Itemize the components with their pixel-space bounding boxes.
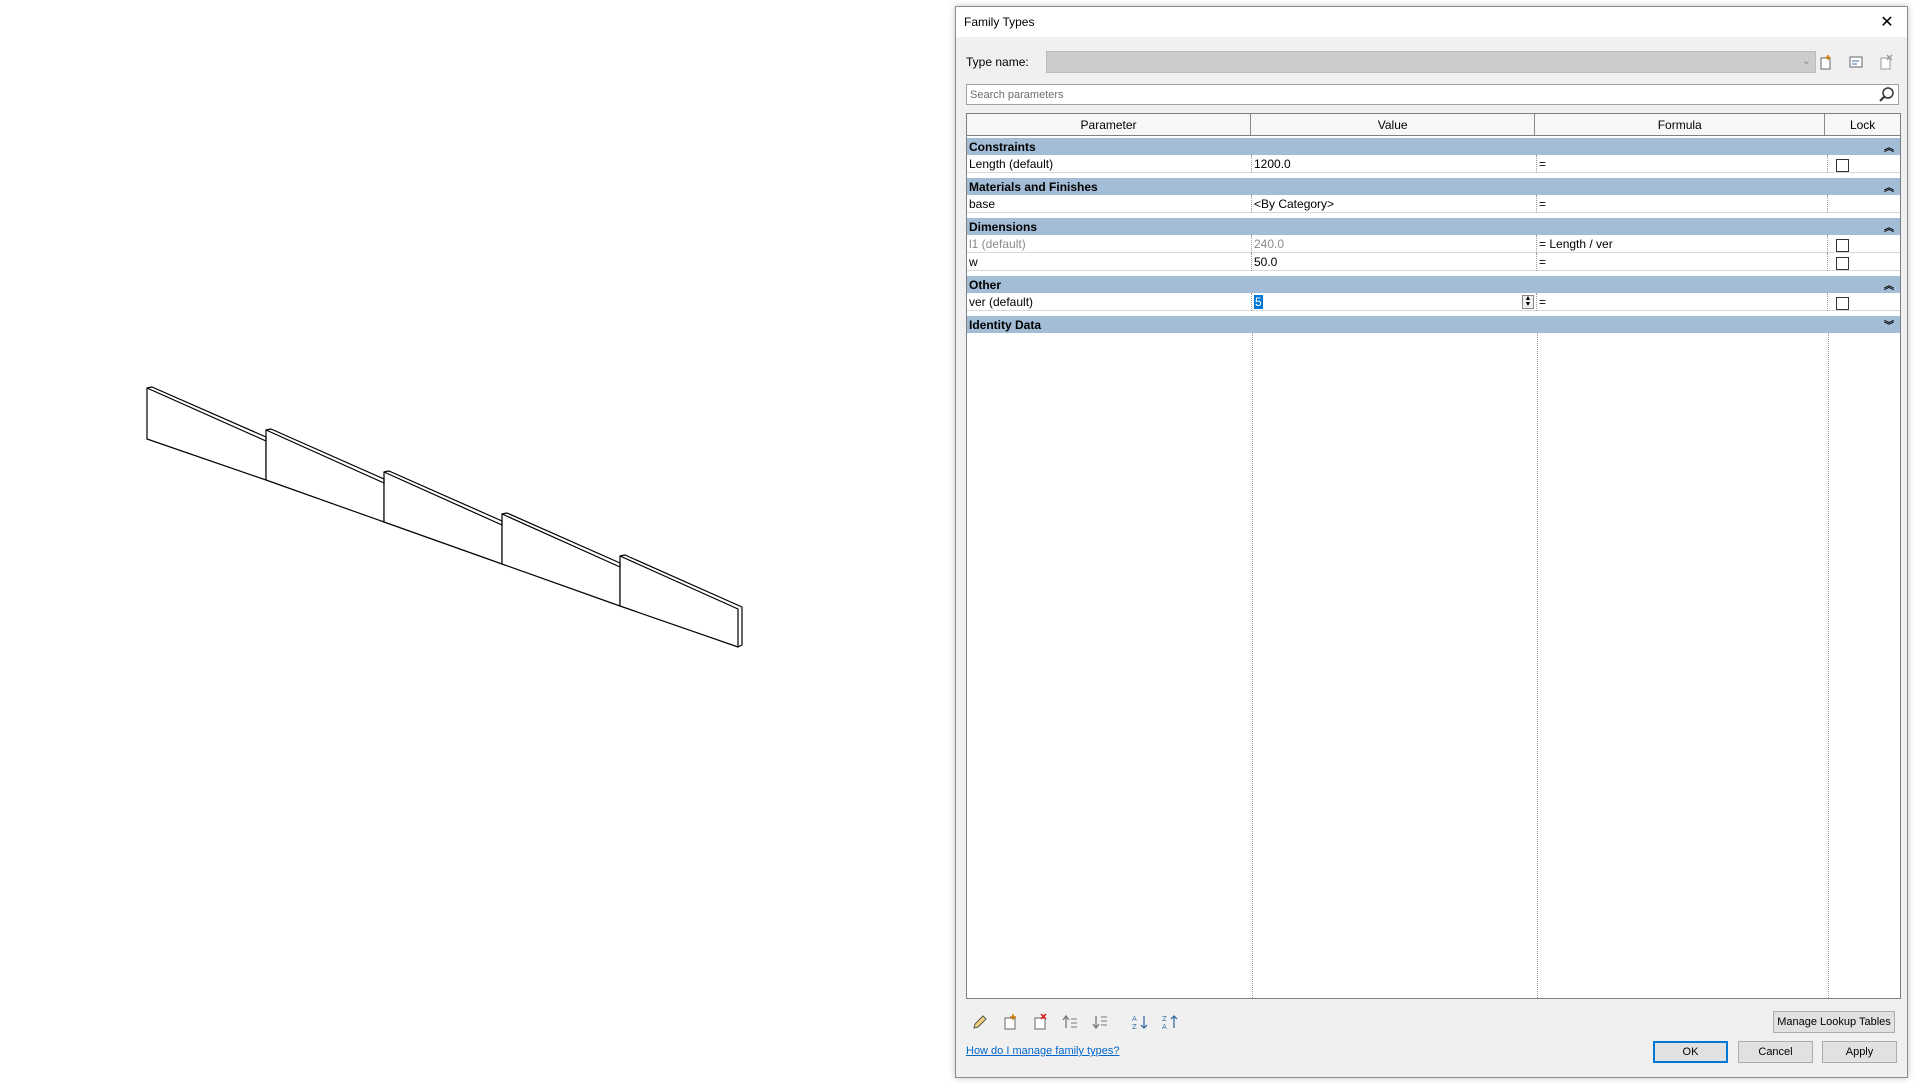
group-constraints[interactable]: Constraints ︽ [967,138,1900,155]
apply-button[interactable]: Apply [1822,1041,1897,1063]
model-panel [146,387,267,481]
spinner-icon[interactable]: ▲ ▼ [1522,295,1534,309]
param-value[interactable]: 5 [1254,295,1263,309]
search-icon[interactable] [1878,86,1896,104]
ok-button[interactable]: OK [1653,1041,1728,1063]
lock-cell [1828,293,1900,311]
table-row[interactable]: base <By Category> = [967,195,1900,213]
lock-cell [1828,235,1900,253]
param-value: 240.0 [1252,235,1537,253]
param-formula[interactable]: = [1537,293,1828,311]
move-down-icon[interactable] [1088,1010,1112,1034]
close-icon[interactable]: ✕ [1867,7,1907,37]
expand-icon[interactable]: ︾ [1884,317,1894,332]
collapse-icon[interactable]: ︽ [1884,219,1894,234]
group-identity-data[interactable]: Identity Data ︾ [967,316,1900,333]
param-name: w [967,253,1252,271]
param-formula[interactable]: = Length / ver [1537,235,1828,253]
model-panel [265,429,385,523]
model-panel [383,471,503,565]
group-materials-and-finishes[interactable]: Materials and Finishes ︽ [967,178,1900,195]
delete-parameter-icon[interactable] [1028,1010,1052,1034]
group-label: Dimensions [969,219,1038,234]
move-up-icon[interactable] [1058,1010,1082,1034]
sort-ascending-icon[interactable]: AZ [1128,1010,1152,1034]
param-value[interactable]: <By Category> [1252,195,1537,213]
table-row[interactable]: w 50.0 = [967,253,1900,271]
column-header-parameter[interactable]: Parameter [967,114,1252,135]
column-header-lock[interactable]: Lock [1825,114,1900,135]
sort-descending-icon[interactable]: ZA [1158,1010,1182,1034]
param-value[interactable]: 50.0 [1252,253,1537,271]
chevron-down-icon: ⌄ [1801,55,1811,67]
table-row[interactable]: ver (default) 5 ▲ ▼ = [967,293,1900,311]
search-input[interactable] [967,85,1867,104]
cancel-button[interactable]: Cancel [1738,1041,1813,1063]
type-name-label: Type name: [966,55,1029,69]
lock-checkbox[interactable] [1836,239,1849,252]
collapse-icon[interactable]: ︽ [1884,179,1894,194]
manage-lookup-tables-button[interactable]: Manage Lookup Tables [1773,1011,1895,1033]
group-other[interactable]: Other ︽ [967,276,1900,293]
svg-text:A: A [1162,1023,1167,1031]
param-name: l1 (default) [967,235,1252,253]
collapse-icon[interactable]: ︽ [1884,277,1894,292]
param-formula[interactable]: = [1537,195,1828,213]
table-row[interactable]: l1 (default) 240.0 = Length / ver [967,235,1900,253]
param-value-editor[interactable]: 5 ▲ ▼ [1252,293,1537,311]
type-name-row: Type name: ⌄ [966,51,1897,73]
group-label: Materials and Finishes [969,179,1098,194]
help-link[interactable]: How do I manage family types? [966,1045,1119,1057]
model-view-canvas [146,386,743,648]
search-parameters [966,84,1899,105]
lock-cell [1828,155,1900,173]
model-viewport[interactable] [0,0,950,1080]
delete-type-icon[interactable] [1875,51,1897,73]
svg-text:A: A [1132,1015,1137,1023]
lock-checkbox[interactable] [1836,159,1849,172]
lock-checkbox[interactable] [1836,297,1849,310]
param-formula[interactable]: = [1537,253,1828,271]
type-name-combo[interactable]: ⌄ [1046,51,1816,73]
param-formula[interactable]: = [1537,155,1828,173]
lock-checkbox[interactable] [1836,257,1849,270]
group-label: Other [969,277,1002,292]
group-dimensions[interactable]: Dimensions ︽ [967,218,1900,235]
dialog-title: Family Types [964,15,1035,29]
group-label: Identity Data [969,317,1042,332]
param-name: base [967,195,1252,213]
family-types-dialog: Family Types ✕ Type name: ⌄ P [955,6,1908,1078]
svg-text:Z: Z [1132,1023,1137,1031]
model-panel [619,555,739,648]
parameter-toolbar: AZ ZA [968,1010,1188,1034]
param-name: Length (default) [967,155,1252,173]
lock-cell [1828,195,1900,213]
param-name: ver (default) [967,293,1252,311]
grid-header: Parameter Value Formula Lock [967,114,1900,136]
table-row[interactable]: Length (default) 1200.0 = [967,155,1900,173]
column-header-value[interactable]: Value [1251,114,1536,135]
param-value[interactable]: 1200.0 [1252,155,1537,173]
lock-cell [1828,253,1900,271]
new-parameter-icon[interactable] [998,1010,1022,1034]
column-header-formula[interactable]: Formula [1535,114,1826,135]
new-type-icon[interactable] [1815,51,1837,73]
model-panel [501,513,621,607]
parameters-grid: Parameter Value Formula Lock Constraints… [966,113,1901,999]
rename-type-icon[interactable] [1845,51,1867,73]
edit-parameter-icon[interactable] [968,1010,992,1034]
group-label: Constraints [969,139,1036,154]
type-actions [1815,51,1897,73]
collapse-icon[interactable]: ︽ [1884,139,1894,154]
svg-text:Z: Z [1162,1015,1167,1023]
dialog-titlebar[interactable]: Family Types ✕ [956,7,1907,37]
